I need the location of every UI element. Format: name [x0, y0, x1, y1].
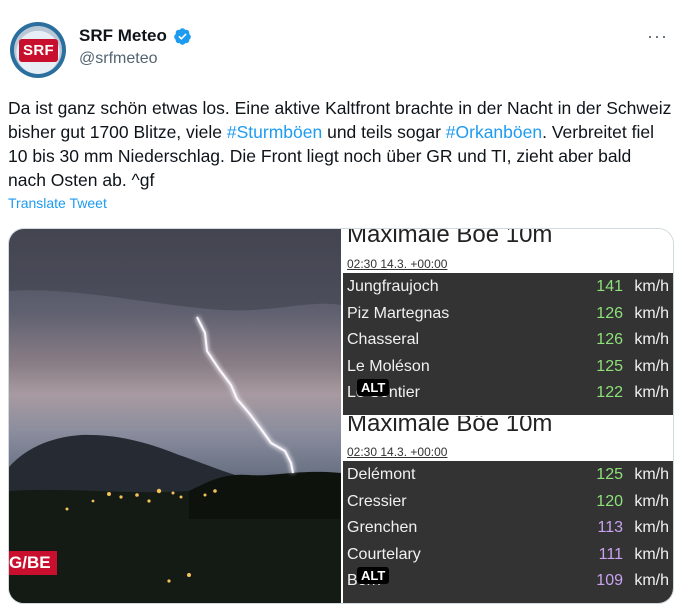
gust-row: Bern109km/h: [343, 569, 673, 595]
gust-unit: km/h: [634, 572, 669, 589]
gust-row: Cressier 120 km/h: [343, 490, 673, 516]
gust-value: 109: [596, 572, 623, 589]
gust-row: Le Moléson 125 km/h: [343, 355, 673, 381]
gust-value: 113: [597, 519, 623, 536]
gust-value: 126: [596, 304, 623, 322]
station-name: Courtelary: [347, 545, 421, 563]
gust-row: Courtelary 111 km/h: [343, 543, 673, 569]
gust-unit: km/h: [634, 545, 669, 563]
tweet-header: SRF SRF Meteo @srfmeteo ···: [10, 22, 670, 82]
gust-value: 122: [596, 384, 623, 401]
gust-unit: km/h: [634, 357, 669, 375]
media-grid: G/BE Maximale Böe 10m 02:30 14.3. +00:00…: [8, 228, 674, 604]
gust-row: Grenchen 113 km/h: [343, 516, 673, 542]
panel-title: Maximale Böe 10m: [347, 229, 553, 248]
gust-row: Delémont 125 km/h: [343, 463, 673, 489]
station-name: Jungfraujoch: [347, 278, 439, 295]
gust-unit: km/h: [634, 384, 669, 401]
tweet-text-segment: und teils sogar: [322, 122, 446, 142]
gust-row: Chasseral 126 km/h: [343, 328, 673, 354]
gust-row: Piz Martegnas 126 km/h: [343, 302, 673, 328]
more-options-icon[interactable]: ···: [647, 26, 668, 47]
tweet-text: Da ist ganz schön etwas los. Eine aktive…: [8, 96, 672, 192]
gust-value: 126: [596, 331, 623, 348]
srf-logo: SRF: [19, 39, 58, 62]
gust-unit: km/h: [634, 466, 669, 483]
lightning-scene-icon: [9, 229, 341, 603]
alt-badge[interactable]: ALT: [357, 379, 390, 396]
gust-unit: km/h: [634, 304, 669, 322]
alt-badge[interactable]: ALT: [357, 567, 390, 584]
gust-unit: km/h: [634, 519, 669, 536]
gust-value: 125: [596, 357, 623, 375]
gust-table: Jungfraujoch 141 km/h Piz Martegnas 126 km/h C…: [343, 273, 673, 415]
gust-panels: Maximale Böe 10m 02:30 14.3. +00:00 Jung…: [343, 229, 673, 603]
gust-value: 111: [598, 545, 623, 563]
hashtag-link[interactable]: #Sturmböen: [227, 122, 322, 142]
gust-value: 125: [596, 466, 623, 483]
panel-timestamp: 02:30 14.3. +00:00: [347, 257, 448, 271]
station-name: Grenchen: [347, 519, 418, 536]
gust-value: 141: [596, 278, 623, 295]
region-label: G/BE: [9, 551, 57, 575]
station-name: Chasseral: [347, 331, 420, 348]
gust-row: Jungfraujoch 141 km/h: [343, 275, 673, 301]
author-names: SRF Meteo @srfmeteo: [79, 26, 192, 68]
panel-timestamp: 02:30 14.3. +00:00: [347, 445, 448, 459]
station-name: Piz Martegnas: [347, 304, 450, 322]
gust-unit: km/h: [634, 331, 669, 348]
translate-tweet-link[interactable]: Translate Tweet: [8, 195, 107, 211]
display-name[interactable]: SRF Meteo: [79, 26, 167, 46]
station-name: Delémont: [347, 466, 416, 483]
verified-badge-icon: [174, 27, 192, 45]
station-name: Le Moléson: [347, 357, 430, 375]
gust-table: Delémont 125 km/h Cressier 120 km/h Grenchen 11…: [343, 461, 673, 603]
avatar[interactable]: SRF: [10, 22, 66, 78]
gust-value: 120: [596, 492, 623, 510]
gust-panel-top[interactable]: Maximale Böe 10m 02:30 14.3. +00:00 Jung…: [343, 229, 673, 415]
hashtag-link[interactable]: #Orkanböen: [446, 122, 542, 142]
station-name: Cressier: [347, 492, 407, 510]
gust-panel-bottom[interactable]: Maximale Böe 10m 02:30 14.3. +00:00 Delé…: [343, 416, 673, 603]
gust-unit: km/h: [634, 492, 669, 510]
panel-title: Maximale Böe 10m: [347, 416, 553, 437]
handle[interactable]: @srfmeteo: [79, 50, 192, 68]
gust-row: Le Sentier 122 km/h: [343, 381, 673, 407]
gust-unit: km/h: [634, 278, 669, 295]
lightning-photo[interactable]: G/BE: [9, 229, 341, 603]
